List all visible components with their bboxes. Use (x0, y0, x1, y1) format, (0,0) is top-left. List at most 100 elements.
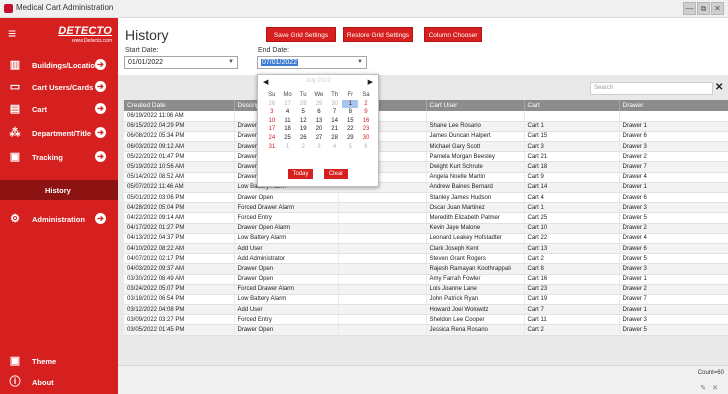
sidebar-item-cart-users-cards[interactable]: ▭ Cart Users/Cards ➔ (0, 78, 118, 98)
end-date-input[interactable]: 07/01/2022 ▼ (257, 56, 367, 69)
calendar-day[interactable]: 12 (295, 117, 311, 126)
column-chooser-button[interactable]: Column Chooser (424, 27, 482, 42)
calendar-day[interactable]: 17 (264, 125, 280, 134)
table-cell: 04/03/2022 09:37 AM (124, 263, 235, 275)
table-row[interactable]: 04/13/2022 04:37 PM Low Battery Alarm Leon… (124, 233, 728, 244)
calendar-day[interactable]: 5 (342, 143, 358, 152)
calendar-day[interactable]: 10 (264, 117, 280, 126)
calendar-day[interactable]: 13 (311, 117, 327, 126)
hamburger-menu-icon[interactable]: ≡ (8, 26, 16, 40)
calendar-day[interactable]: 7 (327, 108, 343, 117)
calendar-day[interactable]: 21 (327, 125, 343, 134)
calendar-day[interactable]: 26 (295, 134, 311, 143)
calendar-day[interactable]: 23 (358, 125, 374, 134)
column-header-cart-user[interactable]: Cart User (426, 100, 525, 111)
table-cell: Andrew Baines Bernard (426, 182, 525, 194)
table-row[interactable]: 05/14/2022 08:52 AM Drawer Open Angela Noe… (124, 172, 728, 183)
start-date-input[interactable]: 01/01/2022 ▼ (124, 56, 238, 69)
calendar-day[interactable]: 14 (327, 117, 343, 126)
calendar-day[interactable]: 31 (264, 143, 280, 152)
next-month-icon[interactable]: ▶ (368, 78, 373, 86)
edit-icon[interactable]: ✎ (700, 385, 712, 392)
calendar-day[interactable]: 24 (264, 134, 280, 143)
sidebar-item-tracking[interactable]: ▣ Tracking ➔ (0, 148, 118, 168)
search-input[interactable]: Search (590, 82, 713, 95)
table-row[interactable]: 04/07/2022 02:17 PM Add Administrator Stev… (124, 253, 728, 265)
table-row[interactable]: 03/18/2022 06:54 PM Low Battery Alarm John… (124, 294, 728, 306)
calendar-day[interactable]: 26 (264, 100, 280, 109)
restore-button[interactable]: ⧉ (697, 2, 710, 15)
calendar-day[interactable]: 27 (280, 100, 296, 109)
calendar-day[interactable]: 4 (280, 108, 296, 117)
calendar-today-button[interactable]: Today (288, 169, 313, 179)
table-row[interactable]: 03/30/2022 08:49 AM Drawer Open Amy Farrah… (124, 274, 728, 285)
table-row[interactable]: 04/10/2022 08:22 AM Add User Clark Joseph … (124, 243, 728, 255)
calendar-day[interactable]: 2 (358, 100, 374, 109)
calendar-day[interactable]: 8 (342, 108, 358, 117)
table-row[interactable]: 06/08/2022 05:34 PM Drawer Open James Dunc… (124, 131, 728, 143)
table-row[interactable]: 06/03/2022 09:12 AM Drawer Open Michael Ga… (124, 141, 728, 153)
calendar-day[interactable]: 27 (311, 134, 327, 143)
sidebar-item-theme[interactable]: ▣ Theme (0, 352, 118, 372)
calendar-day[interactable]: 28 (295, 100, 311, 109)
close-window-button[interactable]: ✕ (711, 2, 724, 15)
calendar-month-year[interactable]: July 2022 (258, 78, 378, 84)
table-row[interactable]: 05/01/2022 03:06 PM Drawer Open Stanley Ja… (124, 192, 728, 204)
restore-grid-settings-button[interactable]: Restore Grid Settings (343, 27, 413, 42)
sidebar-item-cart[interactable]: ▤ Cart ➔ (0, 100, 118, 120)
calendar-day[interactable]: 2 (295, 143, 311, 152)
calendar-day[interactable]: 28 (327, 134, 343, 143)
sidebar-item-administration[interactable]: ⚙ Administration ➔ (0, 210, 118, 230)
close-icon[interactable]: ✕ (712, 385, 724, 392)
table-row[interactable]: 04/22/2022 09:14 AM Forced Entry Meredith … (124, 212, 728, 224)
calendar-day[interactable]: 15 (342, 117, 358, 126)
table-row[interactable]: 05/22/2022 01:47 PM Drawer Open Pamela Mor… (124, 151, 728, 163)
table-row[interactable]: 05/19/2022 10:56 AM Drawer Open Dwight Kur… (124, 161, 728, 173)
sidebar-item-buildings-locations[interactable]: ▥ Buildings/Locations ➔ (0, 56, 118, 76)
calendar-day[interactable]: 16 (358, 117, 374, 126)
table-row[interactable]: 05/07/2022 11:46 AM Low Battery Alarm Andr… (124, 182, 728, 194)
save-grid-settings-button[interactable]: Save Grid Settings (266, 27, 336, 42)
table-cell: Drawer 2 (619, 284, 728, 295)
table-row[interactable]: 04/17/2022 01:27 PM Drawer Open Alarm Kevi… (124, 223, 728, 234)
calendar-day[interactable]: 22 (342, 125, 358, 134)
calendar-clear-button[interactable]: Clear (324, 169, 348, 179)
calendar-day[interactable]: 4 (327, 143, 343, 152)
calendar-day[interactable]: 1 (342, 99, 359, 109)
table-row[interactable]: 03/12/2022 04:08 PM Add User Howard Joel W… (124, 304, 728, 316)
sidebar-item-history[interactable]: History (0, 180, 118, 200)
table-cell: Rajesh Ramayan Koothrappali (426, 263, 525, 275)
table-row[interactable]: 03/05/2022 01:45 PM Drawer Open Jessica Re… (124, 324, 728, 336)
calendar-day[interactable]: 18 (280, 125, 296, 134)
calendar-day[interactable]: 3 (264, 108, 280, 117)
calendar-day[interactable]: 30 (358, 134, 374, 143)
calendar-day[interactable]: 6 (311, 108, 327, 117)
table-row[interactable]: 06/19/2022 11:06 AM (124, 111, 728, 122)
calendar-day[interactable]: 9 (358, 108, 374, 117)
calendar-day[interactable]: 11 (280, 117, 296, 126)
calendar-day[interactable]: 20 (311, 125, 327, 134)
calendar-day[interactable]: 29 (342, 134, 358, 143)
table-row[interactable]: 04/03/2022 09:37 AM Drawer Open Rajesh Ram… (124, 263, 728, 275)
minimize-button[interactable]: — (683, 2, 696, 15)
calendar-day[interactable]: 19 (295, 125, 311, 134)
calendar-day[interactable]: 25 (280, 134, 296, 143)
table-row[interactable]: 03/24/2022 05:07 PM Forced Drawer Alarm Lo… (124, 284, 728, 295)
table-row[interactable]: 03/09/2022 03:27 PM Forced Entry Sheldon L… (124, 314, 728, 326)
table-cell (338, 202, 427, 214)
column-header-drawer[interactable]: Drawer (619, 100, 728, 111)
calendar-day[interactable]: 5 (295, 108, 311, 117)
table-row[interactable]: 04/28/2022 05:04 PM Forced Drawer Alarm Os… (124, 202, 728, 214)
calendar-day[interactable]: 6 (358, 143, 374, 152)
table-cell: Sheldon Lee Cooper (426, 314, 525, 326)
column-header-created-date[interactable]: Created Date (124, 100, 235, 111)
calendar-day[interactable]: 1 (280, 143, 296, 152)
clear-search-icon[interactable]: ✕ (715, 82, 723, 94)
table-row[interactable]: 06/15/2022 04:29 PM Drawer Open Shane Lee … (124, 121, 728, 132)
column-header-cart[interactable]: Cart (524, 100, 620, 111)
calendar-day[interactable]: 3 (311, 143, 327, 152)
sidebar-item-about[interactable]: ⓘ About (0, 373, 118, 393)
sidebar-item-department-title[interactable]: ⁂ Department/Title ➔ (0, 124, 118, 144)
calendar-day[interactable]: 29 (311, 100, 327, 109)
calendar-day[interactable]: 30 (327, 100, 343, 109)
